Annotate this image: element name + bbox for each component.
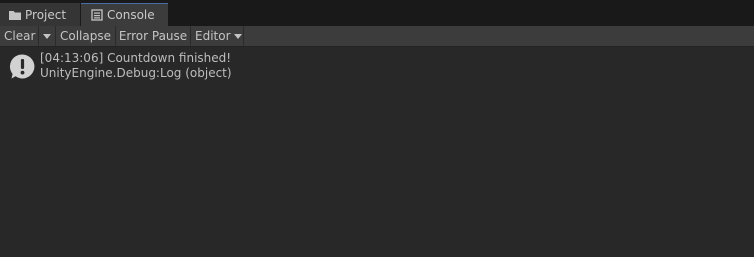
clear-button-label: Clear: [4, 29, 36, 43]
editor-dropdown-label: Editor: [195, 29, 231, 43]
tab-project[interactable]: Project: [0, 3, 80, 26]
error-pause-toggle-label: Error Pause: [118, 29, 188, 43]
error-pause-toggle[interactable]: Error Pause: [116, 26, 191, 46]
log-detail: UnityEngine.Debug:Log (object): [40, 66, 232, 80]
clear-options-dropdown[interactable]: [39, 26, 56, 46]
chevron-down-icon: [233, 33, 242, 39]
editor-dropdown[interactable]: Editor: [191, 26, 244, 46]
tab-bar: Project Console: [0, 0, 754, 26]
tab-project-label: Project: [25, 7, 67, 22]
chevron-down-icon: [43, 33, 51, 39]
clear-button[interactable]: Clear: [0, 26, 39, 46]
console-window: Project Console Clear Collapse Error Pau…: [0, 0, 754, 257]
log-list: [04:13:06] Countdown finished! UnityEngi…: [0, 47, 754, 257]
log-message: [04:13:06] Countdown finished!: [40, 51, 232, 65]
tab-console-label: Console: [107, 8, 155, 22]
tab-console[interactable]: Console: [81, 3, 168, 26]
collapse-toggle[interactable]: Collapse: [56, 26, 116, 46]
console-toolbar: Clear Collapse Error Pause Editor: [0, 26, 754, 47]
collapse-toggle-label: Collapse: [60, 29, 111, 43]
info-icon: [9, 53, 36, 80]
folder-icon: [9, 9, 21, 21]
console-icon: [91, 9, 103, 21]
log-entry[interactable]: [04:13:06] Countdown finished! UnityEngi…: [0, 50, 754, 82]
